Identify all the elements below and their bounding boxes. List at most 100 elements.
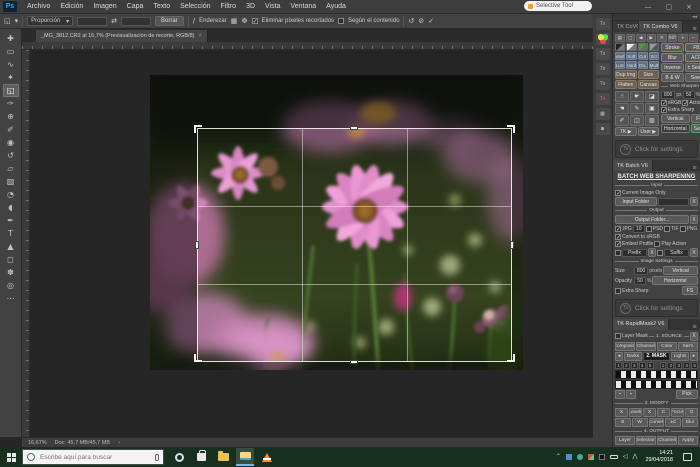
document-tab[interactable]: _MG_3812.CR2 al 16,7% (Previsualización … — [36, 30, 208, 42]
crop-handle-top[interactable] — [350, 126, 358, 130]
gray-brush-icon[interactable] — [649, 43, 659, 51]
crop-handle-left[interactable] — [195, 241, 199, 249]
action-icon-button[interactable]: ✐ — [615, 115, 629, 126]
modify-button[interactable]: Focus — [671, 408, 684, 417]
source-clear-button[interactable]: X — [690, 332, 698, 341]
combo-action-button[interactable]: Blur — [661, 53, 684, 62]
tab-tk-rapidmask2-v6[interactable]: TK RapidMask2 V6 — [613, 319, 669, 330]
combo-icon-button[interactable]: ✕ — [657, 34, 667, 42]
darks-level-button[interactable]: 1 — [615, 362, 622, 369]
volume-icon[interactable]: ◁ — [623, 454, 628, 460]
tk-panel-icon[interactable]: Tx — [596, 78, 610, 90]
source-mode-button[interactable]: Color — [657, 342, 677, 351]
convert-srgb-checkbox[interactable] — [615, 234, 621, 240]
clear-suffix-button[interactable]: X — [690, 248, 698, 257]
lights-level-button[interactable]: 4 — [683, 362, 690, 369]
modify-button[interactable]: W — [632, 418, 648, 427]
tray-expand-icon[interactable]: ⌃ — [556, 454, 561, 460]
output-folder-button[interactable]: Output Folder... — [615, 215, 689, 224]
tab-tk-batch-v6[interactable]: TK Batch V6 — [613, 160, 653, 171]
grid-panel-icon[interactable]: ▦ — [596, 108, 610, 120]
toolbar-tool[interactable]: T — [3, 227, 19, 240]
crop-handle-bottom-left[interactable] — [194, 354, 202, 362]
action-icon-button[interactable]: ▣ — [645, 103, 659, 114]
combo-icon-button[interactable]: 100% — [668, 34, 678, 42]
modify-button[interactable]: Levels — [629, 408, 642, 417]
tool-preset-caret-icon[interactable]: ▾ — [15, 17, 19, 25]
web-sharpen-amount-field[interactable]: 50 — [683, 91, 695, 99]
close-icon[interactable]: × — [686, 3, 692, 11]
crop-handle-bottom-right[interactable] — [507, 354, 515, 362]
source-mode-button[interactable]: Sat'n — [678, 342, 698, 351]
input-folder-button[interactable]: Input Folder — [615, 197, 657, 206]
commit-crop-icon[interactable]: ✓ — [428, 17, 434, 25]
menu-item[interactable]: 3D — [241, 3, 260, 10]
mask-mode-button[interactable]: Soft — [626, 52, 636, 60]
action-checkbox[interactable] — [682, 100, 688, 106]
toolbar-tool[interactable]: ✑ — [3, 97, 19, 110]
menu-item[interactable]: Ventana — [285, 3, 321, 10]
combo-icon-button[interactable]: ▤ — [615, 34, 625, 42]
combo-icon-button[interactable]: ▢ — [626, 34, 636, 42]
zoom-level-field[interactable]: 16,67% — [28, 440, 47, 446]
taskbar-cortana-button[interactable] — [170, 448, 188, 466]
menu-item[interactable]: Edición — [55, 3, 88, 10]
canvas-action-button[interactable]: Canvas — [638, 80, 660, 89]
battery-icon[interactable] — [610, 455, 618, 459]
reset-crop-icon[interactable]: ↺ — [408, 17, 414, 25]
cancel-crop-icon[interactable]: ⊘ — [418, 17, 424, 25]
combo-icon-button[interactable]: ▶ — [647, 34, 657, 42]
combo-action-button[interactable]: Inverse — [661, 63, 684, 72]
crop-handle-top-left[interactable] — [194, 125, 202, 133]
toolbar-tool[interactable]: ◻ — [3, 253, 19, 266]
start-button[interactable] — [0, 447, 22, 467]
mask-mode-button[interactable]: Mask — [615, 52, 625, 60]
lights-arrow-button[interactable]: ▸ — [690, 352, 698, 361]
lights-level-button[interactable]: 2 — [667, 362, 674, 369]
canvas-action-button[interactable]: Flatten — [615, 80, 637, 89]
menu-item[interactable]: Capa — [122, 3, 149, 10]
toolbar-tool[interactable]: ✐ — [3, 123, 19, 136]
prefix-select[interactable]: Prefix — [622, 249, 647, 257]
straighten-label[interactable]: Enderezar — [199, 18, 227, 24]
image-action-button[interactable]: Dup Img — [615, 70, 637, 79]
modify-button[interactable]: Curves — [649, 418, 665, 427]
menu-item[interactable]: Archivo — [22, 3, 55, 10]
action-icon-button[interactable]: ▨ — [645, 115, 659, 126]
crop-tool-badge-icon[interactable]: ◱ — [4, 17, 11, 25]
lum-mode-button[interactable]: Mult — [649, 61, 659, 69]
modify-button[interactable]: X — [615, 408, 628, 417]
action-icon-button[interactable]: ☝ — [615, 91, 629, 102]
input-folder-path-field[interactable] — [658, 198, 689, 206]
crop-bounding-box[interactable] — [197, 128, 512, 362]
toolbar-tool[interactable]: ✚ — [3, 32, 19, 45]
tk-panel-icon[interactable]: Tx — [596, 18, 610, 30]
taskbar-search-input[interactable] — [38, 453, 152, 462]
tk-panel-icon[interactable]: Tx — [596, 93, 610, 105]
darks-button[interactable]: Darks — [624, 352, 642, 361]
combo-icon-button[interactable]: − — [689, 34, 699, 42]
menu-item[interactable]: Filtro — [216, 3, 242, 10]
mask-option-button-2[interactable]: ▪ — [626, 390, 636, 399]
taskbar-clock[interactable]: 14:21 29/04/2018 — [642, 450, 676, 464]
darks-level-button[interactable]: 5 — [647, 362, 654, 369]
pick-button[interactable]: Pick — [676, 390, 698, 399]
vertical-button[interactable]: Vertical — [663, 266, 698, 275]
network-icon[interactable]: ⋀ — [633, 454, 638, 460]
toolbar-tool[interactable]: ◖ — [3, 201, 19, 214]
selective-tool-popup[interactable]: Selective Tool — [524, 1, 592, 11]
layer-mask-checkbox[interactable] — [615, 333, 621, 339]
combo-icon-button[interactable]: ◀ — [636, 34, 646, 42]
taskbar-store-button[interactable] — [192, 448, 210, 466]
toolbar-tool[interactable]: ✒ — [3, 214, 19, 227]
tk-panel-icon[interactable]: Tx — [596, 48, 610, 60]
restore-icon[interactable]: ▢ — [666, 3, 673, 11]
lights-button[interactable]: Lights — [671, 352, 689, 361]
jpg-checkbox[interactable] — [615, 226, 621, 232]
modify-button[interactable]: X — [643, 408, 656, 417]
play-action-checkbox[interactable] — [654, 241, 660, 247]
current-image-only-checkbox[interactable] — [615, 190, 621, 196]
tk-panel-icon[interactable]: Tx — [596, 63, 610, 75]
tab-close-icon[interactable]: × — [198, 33, 201, 39]
toolbar-tool[interactable]: ⊕ — [3, 110, 19, 123]
